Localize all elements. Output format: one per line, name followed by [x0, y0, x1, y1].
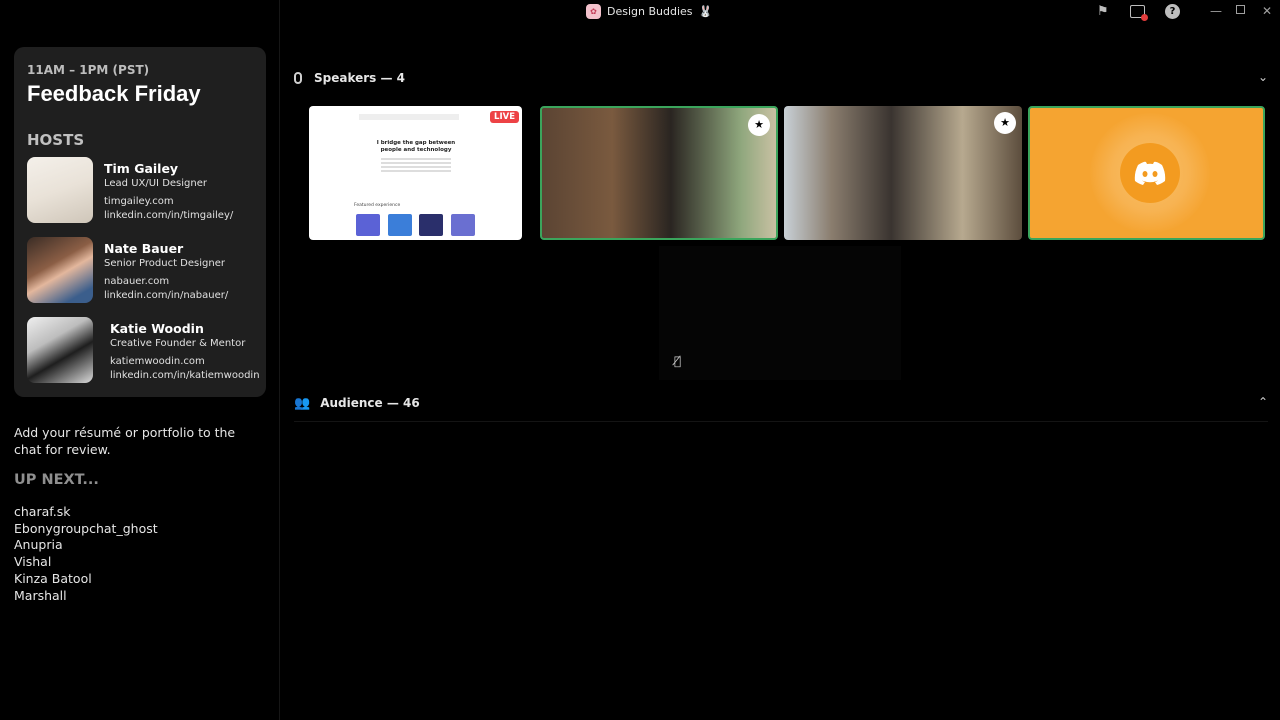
inbox-icon[interactable]	[1130, 5, 1148, 21]
event-time: 11AM – 1PM (PST)	[27, 63, 150, 77]
section-divider	[294, 421, 1268, 422]
muted-mic-icon[interactable]: 🎙̸	[674, 354, 681, 368]
help-icon[interactable]: ?	[1165, 4, 1180, 19]
chevron-down-icon[interactable]: ⌄	[1258, 70, 1268, 84]
host-website-link[interactable]: katiemwoodin.com	[110, 356, 205, 367]
host-role: Senior Product Designer	[104, 258, 225, 269]
host-name: Katie Woodin	[110, 321, 204, 336]
event-note: Add your résumé or portfolio to the chat…	[14, 425, 236, 457]
avatar	[27, 237, 93, 303]
speaker-video-tile[interactable]: ★	[540, 106, 778, 240]
speaker-avatar-tile[interactable]	[1028, 106, 1265, 240]
up-next-list: charaf.sk Ebonygroupchat_ghost Anupria V…	[14, 504, 158, 604]
empty-tile-area	[659, 246, 901, 380]
queue-item: Kinza Batool	[14, 570, 92, 586]
audience-label: Audience — 46	[320, 396, 420, 410]
thumbnail	[451, 214, 475, 236]
maximize-button[interactable]	[1236, 5, 1245, 14]
live-badge: LIVE	[490, 111, 519, 123]
chevron-up-icon[interactable]: ⌃	[1258, 395, 1268, 409]
server-name: Design Buddies	[607, 5, 693, 18]
moderator-badge-icon: ★	[748, 114, 770, 136]
host-linkedin-link[interactable]: linkedin.com/in/katiemwoodin	[110, 370, 260, 381]
queue-item: Marshall	[14, 587, 67, 603]
event-title: Feedback Friday	[27, 81, 201, 106]
host-role: Creative Founder & Mentor	[110, 338, 246, 349]
speakers-label: Speakers — 4	[314, 71, 406, 85]
up-next-heading: UP NEXT...	[14, 472, 99, 488]
close-button[interactable]: ✕	[1262, 4, 1272, 18]
speaker-video-tile[interactable]: ★	[784, 106, 1022, 240]
queue-item: Anupria	[14, 537, 63, 553]
thumbnail	[419, 214, 443, 236]
audience-header[interactable]: 👥 Audience — 46 ⌃	[294, 393, 1268, 413]
discord-logo-icon	[1134, 161, 1166, 185]
server-emoji: 🐰	[698, 5, 713, 18]
queue-item: Vishal	[14, 554, 52, 570]
screen-share-tile[interactable]: I bridge the gap between people and tech…	[309, 106, 522, 240]
minimize-button[interactable]: —	[1210, 4, 1222, 18]
shared-page-headline: I bridge the gap between people and tech…	[376, 140, 456, 153]
hosts-heading: HOSTS	[27, 131, 85, 149]
avatar	[27, 157, 93, 223]
host-role: Lead UX/UI Designer	[104, 178, 207, 189]
thumbnail	[388, 214, 412, 236]
flag-icon[interactable]: ⚑	[1097, 4, 1109, 19]
host-name: Nate Bauer	[104, 241, 184, 256]
event-sidebar: 11AM – 1PM (PST) Feedback Friday HOSTS T…	[0, 0, 280, 720]
host-website-link[interactable]: timgailey.com	[104, 196, 174, 207]
window-title: ✿ Design Buddies 🐰	[586, 4, 712, 19]
queue-item: charaf.sk	[14, 504, 71, 519]
speakers-header[interactable]: Speakers — 4 ⌄	[294, 68, 1268, 88]
moderator-badge-icon: ★	[994, 112, 1016, 134]
event-card: 11AM – 1PM (PST) Feedback Friday HOSTS T…	[14, 47, 266, 397]
shared-page-body	[381, 158, 451, 174]
server-logo-icon: ✿	[586, 4, 601, 19]
host-linkedin-link[interactable]: linkedin.com/in/timgailey/	[104, 210, 233, 221]
host-website-link[interactable]: nabauer.com	[104, 276, 169, 287]
host-linkedin-link[interactable]: linkedin.com/in/nabauer/	[104, 290, 228, 301]
avatar	[27, 317, 93, 383]
queue-item: Ebonygroupchat_ghost	[14, 520, 158, 536]
thumbnail	[356, 214, 380, 236]
shared-page-section: Featured experience	[354, 203, 401, 208]
people-icon: 👥	[294, 395, 311, 411]
host-name: Tim Gailey	[104, 161, 179, 176]
microphone-icon	[294, 72, 302, 84]
notification-dot	[1141, 14, 1148, 21]
